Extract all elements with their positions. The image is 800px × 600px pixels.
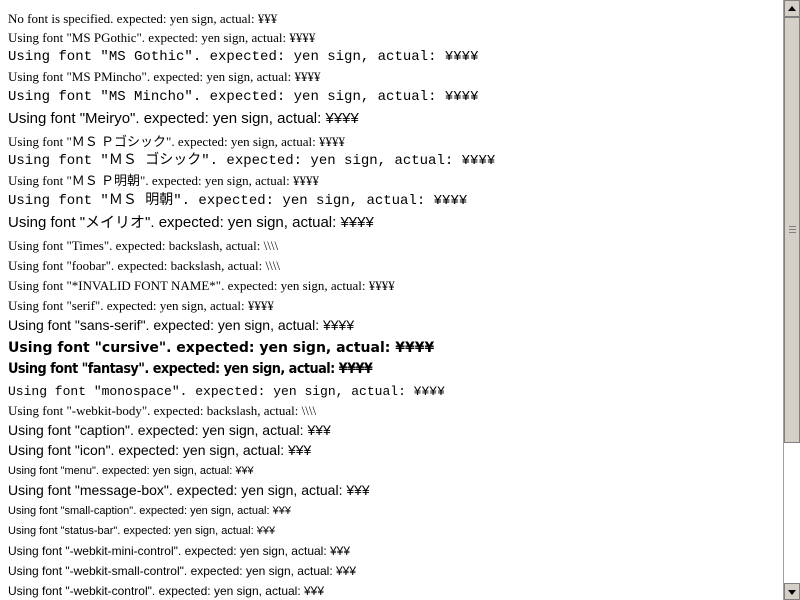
test-page-content: No font is specified. expected: yen sign…	[0, 0, 783, 600]
test-line-meiryo-jp: Using font "メイリオ". expected: yen sign, a…	[8, 214, 374, 231]
test-line-ms-gothic: Using font "MS Gothic". expected: yen si…	[8, 49, 479, 65]
test-line-no-font: No font is specified. expected: yen sign…	[8, 11, 278, 26]
test-line-small-caption: Using font "small-caption". expected: ye…	[8, 505, 291, 517]
test-line-webkit-body: Using font "-webkit-body". expected: bac…	[8, 403, 317, 418]
test-line-webkit-mini-control: Using font "-webkit-mini-control". expec…	[8, 544, 351, 558]
scroll-up-button[interactable]	[784, 0, 800, 17]
test-line-times: Using font "Times". expected: backslash,…	[8, 238, 279, 253]
test-line-webkit-control: Using font "-webkit-control". expected: …	[8, 584, 325, 598]
browser-viewport: No font is specified. expected: yen sign…	[0, 0, 800, 600]
test-line-ms-mincho: Using font "MS Mincho". expected: yen si…	[8, 89, 479, 105]
test-line-menu: Using font "menu". expected: yen sign, a…	[8, 465, 254, 477]
test-line-foobar: Using font "foobar". expected: backslash…	[8, 258, 280, 273]
test-line-ms-pmincho-jp: Using font "ＭＳ Ｐ明朝". expected: yen sign,…	[8, 173, 320, 188]
vertical-scrollbar[interactable]	[783, 0, 800, 600]
test-line-webkit-small-control: Using font "-webkit-small-control". expe…	[8, 564, 357, 578]
arrow-up-icon	[788, 6, 796, 11]
grip-line-icon	[789, 232, 796, 233]
test-line-fantasy: Using font "fantasy". expected: yen sign…	[8, 361, 373, 377]
grip-line-icon	[789, 229, 796, 230]
test-line-ms-mincho-jp: Using font "ＭＳ 明朝". expected: yen sign, …	[8, 193, 468, 209]
test-line-message-box: Using font "message-box". expected: yen …	[8, 482, 370, 498]
test-line-status-bar: Using font "status-bar". expected: yen s…	[8, 525, 276, 537]
test-line-ms-gothic-jp: Using font "ＭＳ ゴシック". expected: yen sign…	[8, 153, 496, 169]
test-line-monospace: Using font "monospace". expected: yen si…	[8, 384, 445, 399]
test-line-meiryo: Using font "Meiryo". expected: yen sign,…	[8, 110, 359, 127]
scroll-down-button[interactable]	[784, 583, 800, 600]
test-line-ms-pgothic-jp: Using font "ＭＳ Ｐゴシック". expected: yen sig…	[8, 134, 346, 149]
test-line-sans-serif: Using font "sans-serif". expected: yen s…	[8, 317, 355, 333]
test-line-invalid-font: Using font "*INVALID FONT NAME*". expect…	[8, 278, 395, 293]
test-line-ms-pmincho: Using font "MS PMincho". expected: yen s…	[8, 69, 321, 84]
scroll-thumb[interactable]	[784, 17, 800, 443]
test-line-icon: Using font "icon". expected: yen sign, a…	[8, 442, 312, 458]
grip-line-icon	[789, 226, 796, 227]
test-line-serif: Using font "serif". expected: yen sign, …	[8, 298, 274, 313]
test-line-cursive: Using font "cursive". expected: yen sign…	[8, 340, 435, 356]
arrow-down-icon	[788, 590, 796, 595]
test-line-caption: Using font "caption". expected: yen sign…	[8, 422, 331, 438]
test-line-ms-pgothic: Using font "MS PGothic". expected: yen s…	[8, 30, 316, 45]
